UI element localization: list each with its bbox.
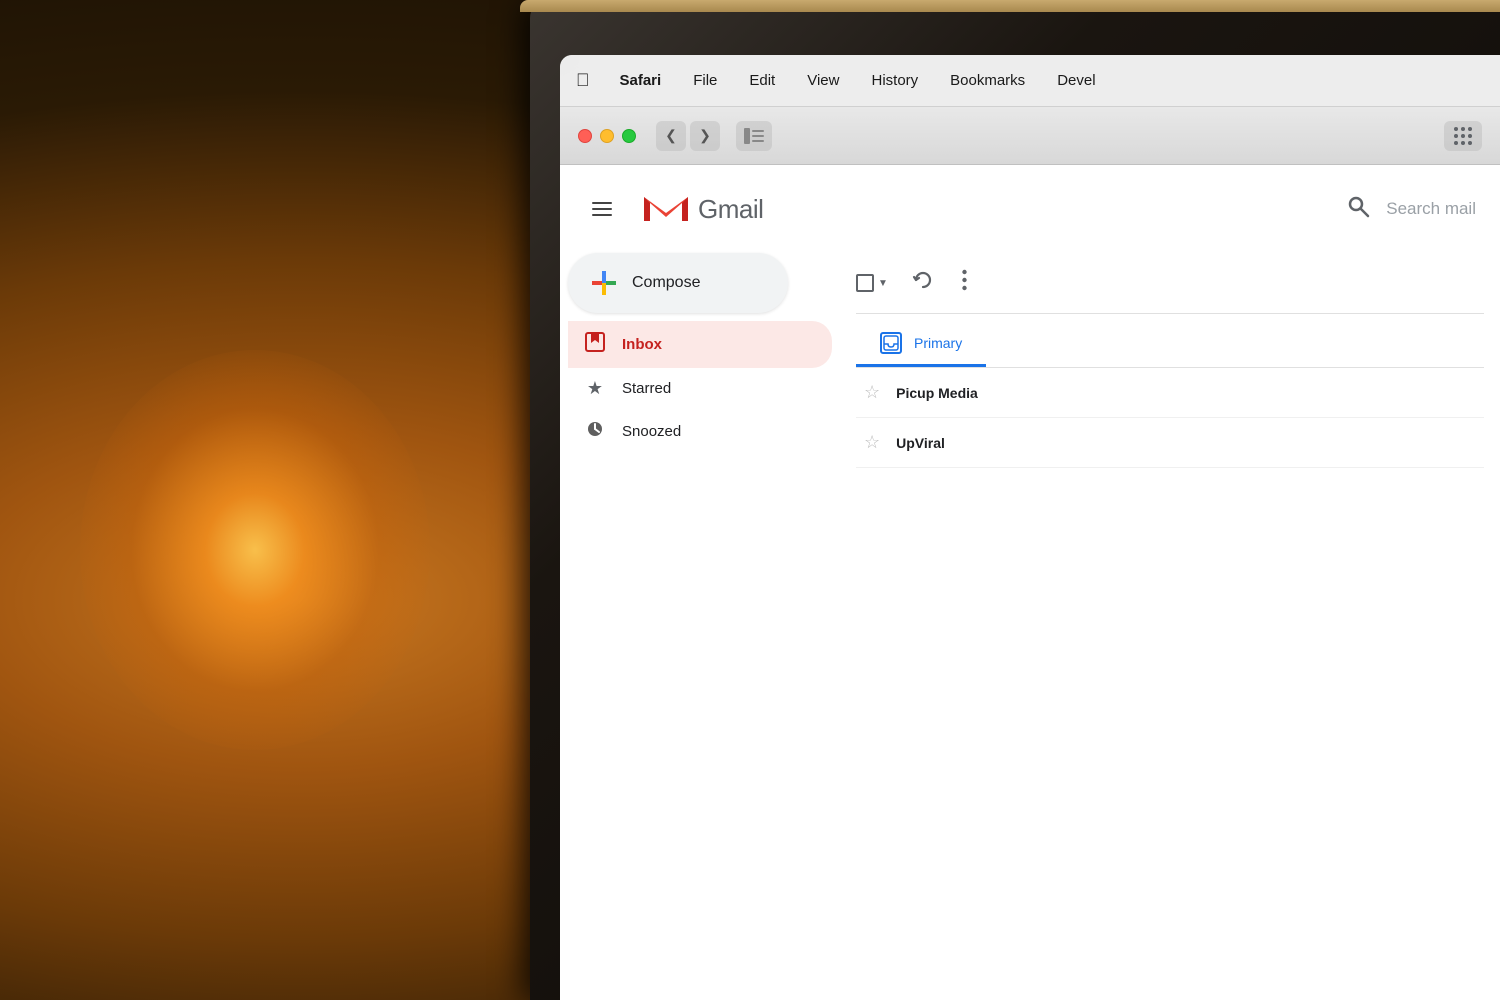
nav-item-starred[interactable]: ★ Starred xyxy=(568,368,832,409)
traffic-lights xyxy=(578,129,636,143)
compose-label: Compose xyxy=(632,274,700,292)
gmail-tabs-row: Primary xyxy=(856,314,1484,368)
search-placeholder[interactable]: Search mail xyxy=(1386,199,1476,219)
gmail-main-content: ▼ xyxy=(840,253,1500,1000)
email-star-1[interactable]: ☆ xyxy=(864,382,880,403)
email-sender-1: Picup Media xyxy=(896,385,1016,401)
primary-tab-label: Primary xyxy=(914,335,962,351)
grid-dots-icon xyxy=(1454,127,1472,145)
refresh-button[interactable] xyxy=(908,265,938,301)
gmail-sidebar: Compose Inbox ★ xyxy=(560,253,840,1000)
hamburger-line-2 xyxy=(592,208,612,210)
maximize-button[interactable] xyxy=(622,129,636,143)
search-area: Search mail xyxy=(783,194,1476,224)
nav-item-snoozed[interactable]: Snoozed xyxy=(568,409,832,454)
back-icon: ❮ xyxy=(665,127,677,144)
gmail-header: Gmail Search mail xyxy=(560,165,1500,253)
more-options-button[interactable] xyxy=(958,265,971,301)
tab-primary[interactable]: Primary xyxy=(856,322,986,367)
gmail-m-logo xyxy=(640,183,692,235)
safari-toolbar: ❮ ❯ xyxy=(560,107,1500,165)
forward-icon: ❯ xyxy=(699,127,711,144)
chevron-down-icon: ▼ xyxy=(878,278,888,289)
compose-button[interactable]: Compose xyxy=(568,253,788,313)
menubar-bookmarks[interactable]: Bookmarks xyxy=(944,70,1031,91)
forward-button[interactable]: ❯ xyxy=(690,121,720,151)
minimize-button[interactable] xyxy=(600,129,614,143)
menubar-view[interactable]: View xyxy=(801,70,845,91)
sidebar-icon xyxy=(744,128,764,144)
primary-tab-icon xyxy=(880,332,902,354)
nav-item-inbox[interactable]: Inbox xyxy=(568,321,832,368)
apps-grid-button[interactable] xyxy=(1444,121,1482,151)
checkbox-square-icon xyxy=(856,274,874,292)
hamburger-line-1 xyxy=(592,202,612,204)
macos-menubar:  Safari File Edit View History Bookmark… xyxy=(560,55,1500,107)
email-toolbar-row: ▼ xyxy=(856,253,1484,314)
email-sender-2: UpViral xyxy=(896,435,1016,451)
gmail-nav-items: Inbox ★ Starred xyxy=(568,321,832,454)
apple-menu-icon[interactable]:  xyxy=(576,70,590,91)
menubar-develop[interactable]: Devel xyxy=(1051,70,1101,91)
clock-icon xyxy=(584,419,606,444)
menubar-history[interactable]: History xyxy=(865,70,924,91)
navigation-buttons: ❮ ❯ xyxy=(656,121,720,151)
email-star-2[interactable]: ☆ xyxy=(864,432,880,453)
gmail-wordmark: Gmail xyxy=(698,194,763,225)
hamburger-line-3 xyxy=(592,214,612,216)
search-icon xyxy=(1346,194,1370,224)
star-icon: ★ xyxy=(584,378,606,399)
email-list: ☆ Picup Media ☆ UpViral xyxy=(856,368,1484,468)
menubar-edit[interactable]: Edit xyxy=(743,70,781,91)
compose-plus-icon xyxy=(592,271,616,295)
menubar-safari[interactable]: Safari xyxy=(614,70,668,91)
email-item-1[interactable]: ☆ Picup Media xyxy=(856,368,1484,418)
snoozed-label: Snoozed xyxy=(622,423,681,440)
sidebar-toggle-button[interactable] xyxy=(736,121,772,151)
gmail-logo-area: Gmail xyxy=(640,183,763,235)
gmail-content-area: Gmail Search mail xyxy=(560,165,1500,1000)
gmail-body: Compose Inbox ★ xyxy=(560,253,1500,1000)
laptop-edge xyxy=(520,0,1500,12)
menubar-file[interactable]: File xyxy=(687,70,723,91)
starred-label: Starred xyxy=(622,380,671,397)
background-glow xyxy=(80,350,430,750)
back-button[interactable]: ❮ xyxy=(656,121,686,151)
select-all-checkbox[interactable]: ▼ xyxy=(856,274,888,292)
laptop-screen:  Safari File Edit View History Bookmark… xyxy=(560,55,1500,1000)
close-button[interactable] xyxy=(578,129,592,143)
hamburger-menu-button[interactable] xyxy=(584,194,620,224)
inbox-icon xyxy=(584,331,606,358)
inbox-label: Inbox xyxy=(622,336,662,353)
email-item-2[interactable]: ☆ UpViral xyxy=(856,418,1484,468)
